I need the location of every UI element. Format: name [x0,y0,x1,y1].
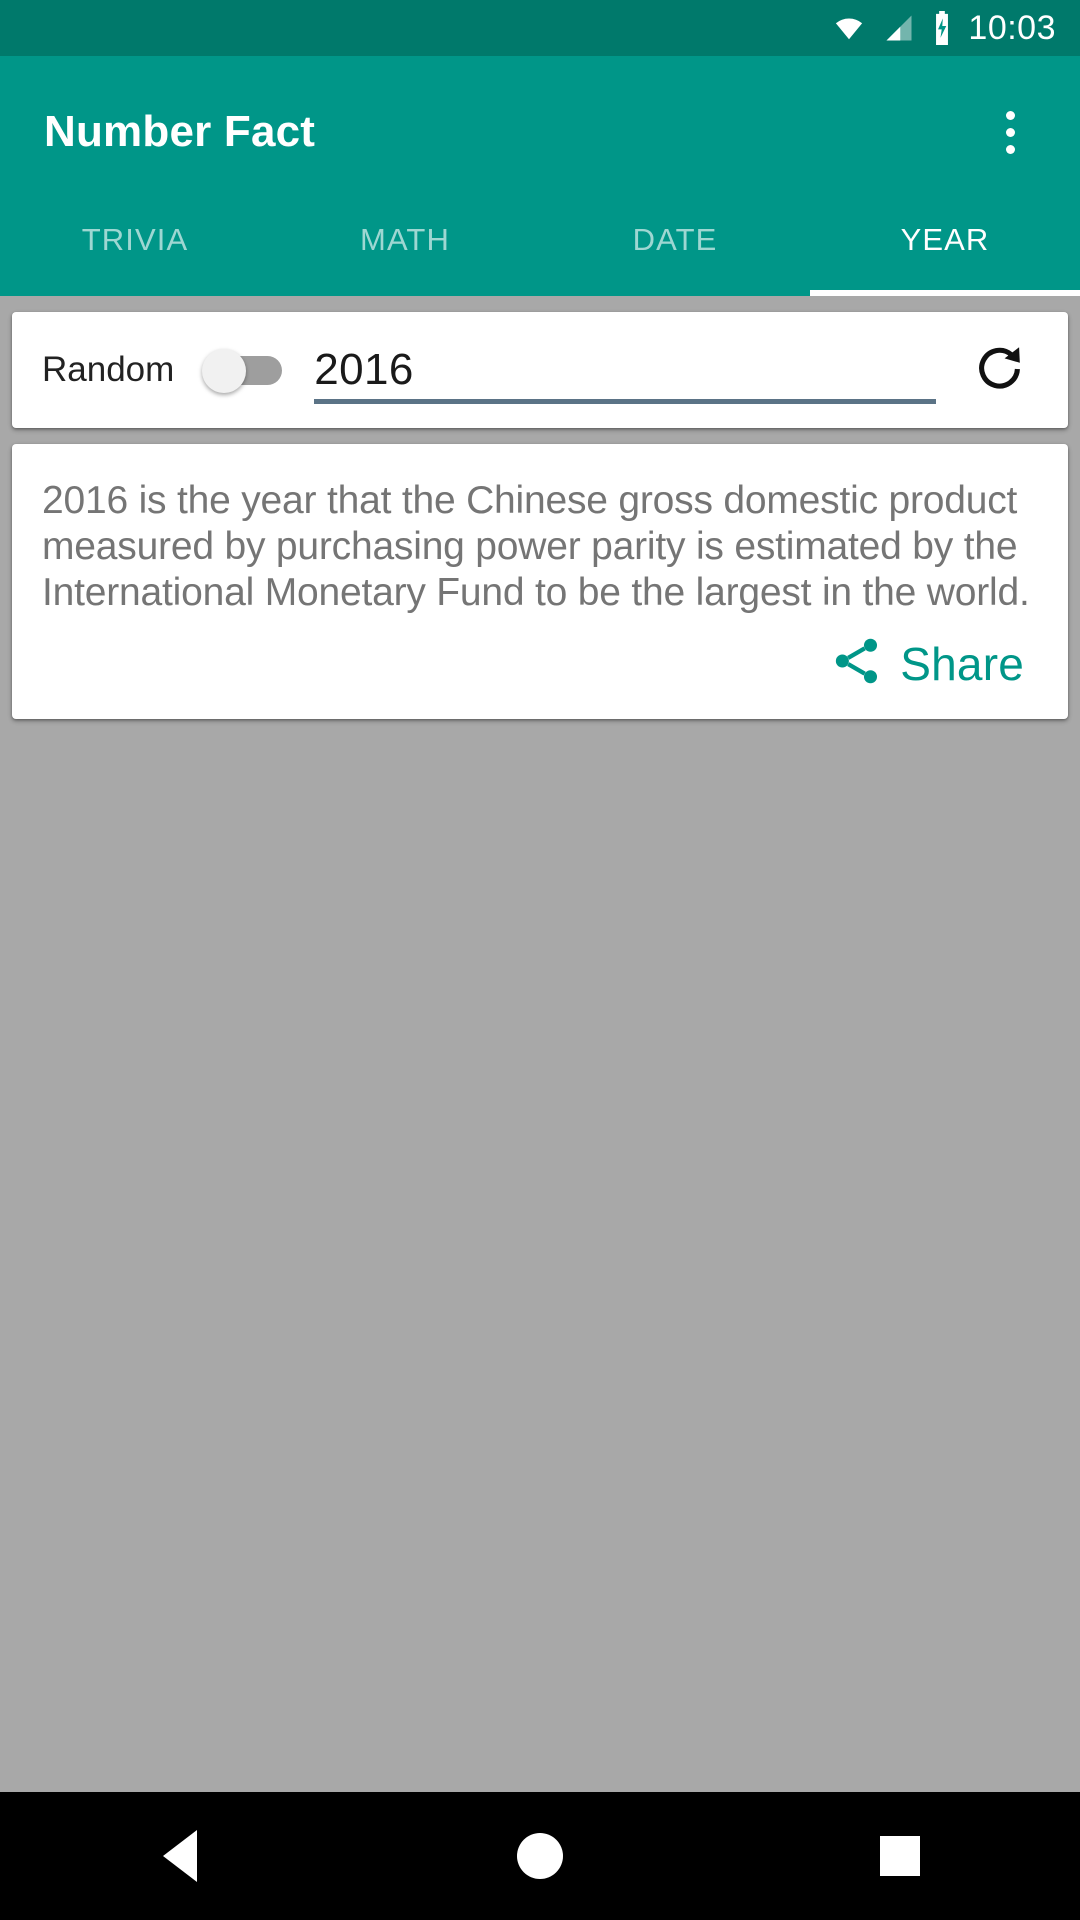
input-underline [314,399,936,404]
app-bar: Number Fact TRIVIA MATH DATE YEAR [0,56,1080,296]
status-bar: 10:03 [0,0,1080,56]
share-label: Share [900,637,1024,690]
overflow-dot [1005,110,1015,120]
number-input[interactable]: 2016 [314,345,413,395]
status-bar-clock: 10:03 [968,9,1056,47]
overflow-dot [1005,144,1015,154]
page-title: Number Fact [44,107,316,156]
tab-math[interactable]: MATH [270,208,540,296]
tab-label: TRIVIA [81,222,189,257]
fact-text: 2016 is the year that the Chinese gross … [42,479,1030,615]
tab-year[interactable]: YEAR [810,208,1080,296]
tab-bar: TRIVIA MATH DATE YEAR [0,208,1080,296]
back-icon[interactable] [120,1792,240,1920]
system-navigation-bar [0,1792,1080,1920]
tab-label: YEAR [900,222,990,257]
cellular-signal-icon [882,13,916,43]
random-toggle[interactable] [194,345,286,395]
toggle-thumb [202,349,247,393]
battery-charging-icon [930,11,954,45]
overflow-dot [1005,127,1015,137]
refresh-icon[interactable] [958,328,1042,412]
main-content: Random 2016 2016 is the year that the Ch… [0,296,1080,1792]
app-bar-top: Number Fact [0,56,1080,208]
number-field[interactable]: 2016 [314,330,948,410]
tab-trivia[interactable]: TRIVIA [0,208,270,296]
share-button[interactable]: Share [812,626,1038,701]
number-input-card: Random 2016 [12,312,1068,428]
share-icon [830,634,884,693]
wifi-icon [830,13,868,43]
fact-card: 2016 is the year that the Chinese gross … [12,444,1068,720]
tab-label: DATE [632,222,718,257]
phone-screen: 10:03 Number Fact TRIVIA MATH DATE YEAR [0,0,1080,1920]
share-row: Share [42,626,1038,701]
overflow-menu-icon[interactable] [974,96,1046,168]
random-label: Random [42,350,175,389]
recents-icon[interactable] [840,1792,960,1920]
tab-date[interactable]: DATE [540,208,810,296]
tab-label: MATH [360,222,450,257]
home-icon[interactable] [480,1792,600,1920]
